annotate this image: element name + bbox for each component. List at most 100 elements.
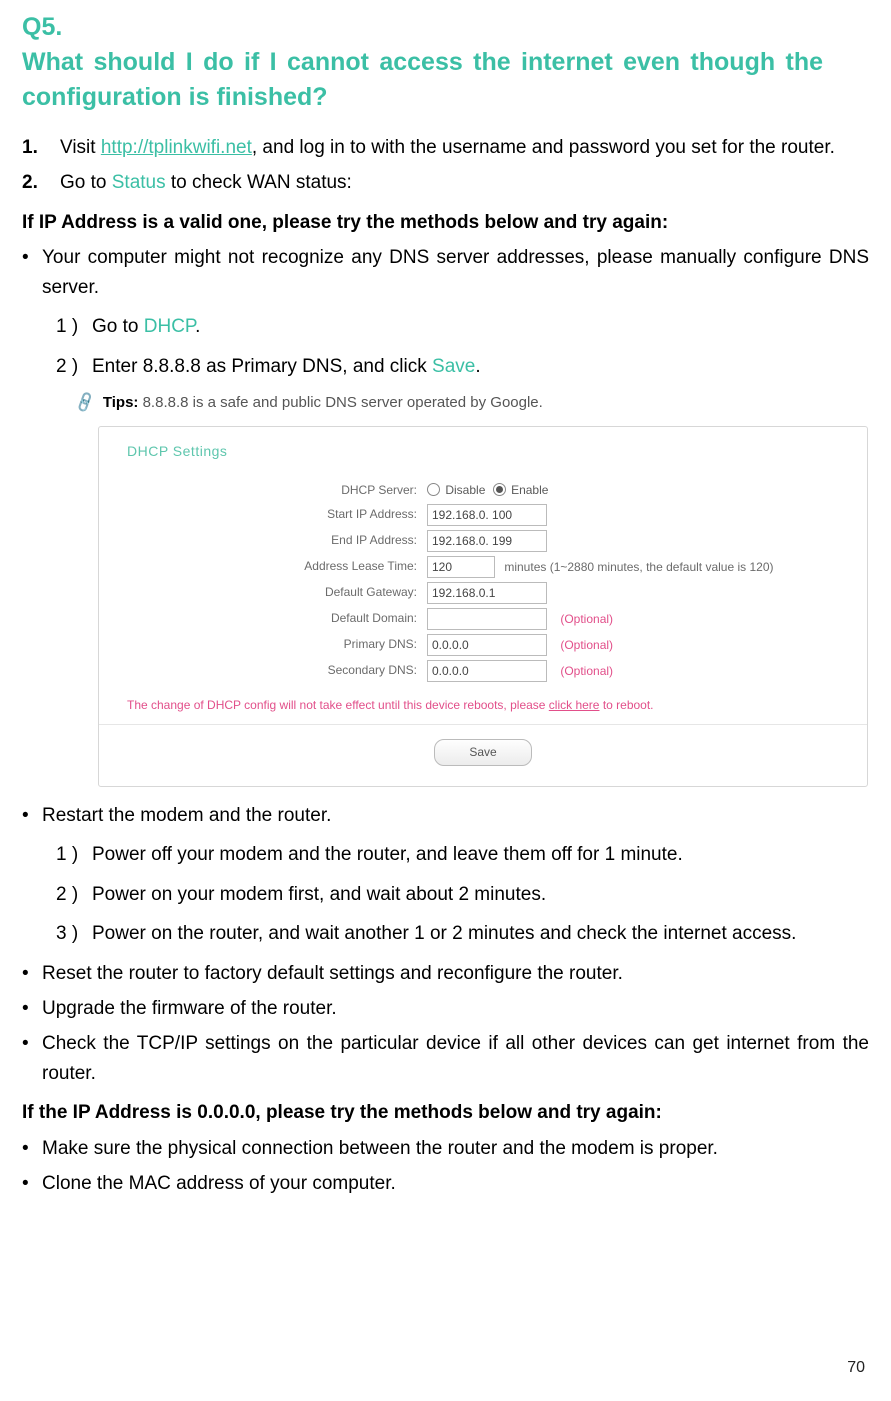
step-2-suffix: to check WAN status: [166,172,352,193]
row-start-ip: Start IP Address: [127,504,839,526]
label-dhcp-server: DHCP Server: [127,481,427,500]
step-1-prefix: Visit [60,137,101,158]
input-gateway[interactable] [427,582,547,604]
row-secondary-dns: Secondary DNS: (Optional) [127,660,839,682]
bullet-restart-text: Restart the modem and the router. [42,805,331,826]
bullet-dns-text: Your computer might not recognize any DN… [42,247,869,297]
bullet-physical-text: Make sure the physical connection betwee… [42,1138,718,1159]
figure-title: DHCP Settings [127,441,839,463]
bullet-tcpip-text: Check the TCP/IP settings on the particu… [42,1033,869,1083]
field-domain: (Optional) [427,608,613,630]
restart-substeps: 1 ) Power off your modem and the router,… [56,840,869,948]
label-gateway: Default Gateway: [127,583,427,602]
substep-dhcp: 1 ) Go to DHCP. [56,312,869,341]
bullet-icon: • [22,1169,29,1198]
input-primary-dns[interactable] [427,634,547,656]
field-gateway [427,582,547,604]
step-1-suffix: , and log in to with the username and pa… [252,137,835,158]
dns-substeps: 1 ) Go to DHCP. 2 ) Enter 8.8.8.8 as Pri… [56,312,869,381]
field-start-ip [427,504,547,526]
dhcp-warning: The change of DHCP config will not take … [127,696,839,715]
substep-2-marker: 2 ) [56,352,78,381]
row-end-ip: End IP Address: [127,530,839,552]
tips-text: 8.8.8.8 is a safe and public DNS server … [138,394,542,411]
restart-3-marker: 3 ) [56,919,78,948]
step-2: 2. Go to Status to check WAN status: [22,168,869,197]
status-link: Status [112,172,166,193]
tips-label: Tips: [103,394,139,411]
bullet-clone-mac: • Clone the MAC address of your computer… [22,1169,869,1198]
substep-2-suffix: . [475,356,480,377]
substep-primary-dns: 2 ) Enter 8.8.8.8 as Primary DNS, and cl… [56,352,869,381]
restart-step-3: 3 ) Power on the router, and wait anothe… [56,919,869,948]
radio-enable[interactable] [493,483,506,496]
bullet-icon: • [22,243,29,272]
bullets-restart: • Restart the modem and the router. 1 ) … [22,801,869,949]
row-domain: Default Domain: (Optional) [127,608,839,630]
radio-enable-label: Enable [511,483,548,497]
bullet-icon: • [22,801,29,830]
row-lease: Address Lease Time: minutes (1~2880 minu… [127,556,839,578]
warn-prefix: The change of DHCP config will not take … [127,698,549,712]
field-secondary-dns: (Optional) [427,660,613,682]
row-dhcp-server: DHCP Server: Disable Enable [127,481,839,500]
question-text: What should I do if I cannot access the … [22,45,823,115]
radio-disable[interactable] [427,483,440,496]
tplinkwifi-link[interactable]: http://tplinkwifi.net [101,137,252,158]
restart-1-text: Power off your modem and the router, and… [92,844,683,865]
question-header: Q5. What should I do if I cannot access … [22,10,869,115]
paperclip-icon: 🔗 [72,388,99,417]
input-lease[interactable] [427,556,495,578]
radio-disable-label: Disable [445,483,485,497]
row-gateway: Default Gateway: [127,582,839,604]
step-2-prefix: Go to [60,172,112,193]
bullet-icon: • [22,994,29,1023]
bullets-dns: • Your computer might not recognize any … [22,243,869,786]
input-secondary-dns[interactable] [427,660,547,682]
zero-ip-header: If the IP Address is 0.0.0.0, please try… [22,1098,869,1127]
warn-suffix: to reboot. [599,698,653,712]
page-number: 70 [847,1356,865,1381]
label-start-ip: Start IP Address: [127,505,427,524]
field-lease: minutes (1~2880 minutes, the default val… [427,556,774,578]
bullet-dns-config: • Your computer might not recognize any … [22,243,869,786]
label-end-ip: End IP Address: [127,531,427,550]
reboot-link[interactable]: click here [549,698,600,712]
bullet-icon: • [22,1134,29,1163]
sdns-optional: (Optional) [560,664,613,678]
restart-2-marker: 2 ) [56,880,78,909]
substep-1-prefix: Go to [92,316,144,337]
bullet-restart: • Restart the modem and the router. 1 ) … [22,801,869,949]
bullet-upgrade-text: Upgrade the firmware of the router. [42,998,337,1019]
bullets-other: • Reset the router to factory default se… [22,959,869,1089]
bullet-upgrade: • Upgrade the firmware of the router. [22,994,869,1023]
valid-ip-header: If IP Address is a valid one, please try… [22,208,869,237]
restart-step-1: 1 ) Power off your modem and the router,… [56,840,869,869]
restart-3-text: Power on the router, and wait another 1 … [92,923,796,944]
substep-1-suffix: . [195,316,200,337]
restart-step-2: 2 ) Power on your modem first, and wait … [56,880,869,909]
dhcp-text: DHCP [144,316,195,337]
save-button[interactable]: Save [434,739,532,766]
input-end-ip[interactable] [427,530,547,552]
input-start-ip[interactable] [427,504,547,526]
main-step-list: 1. Visit http://tplinkwifi.net, and log … [22,133,869,198]
bullet-clone-mac-text: Clone the MAC address of your computer. [42,1173,396,1194]
bullet-reset: • Reset the router to factory default se… [22,959,869,988]
domain-optional: (Optional) [560,612,613,626]
question-label: Q5. [22,10,62,45]
label-lease: Address Lease Time: [127,557,427,576]
step-2-marker: 2. [22,168,38,197]
save-text: Save [432,356,475,377]
figure-divider [99,724,867,725]
row-primary-dns: Primary DNS: (Optional) [127,634,839,656]
pdns-optional: (Optional) [560,638,613,652]
page: Q5. What should I do if I cannot access … [0,0,891,1401]
bullets-zero-ip: • Make sure the physical connection betw… [22,1134,869,1199]
restart-1-marker: 1 ) [56,840,78,869]
label-domain: Default Domain: [127,609,427,628]
field-primary-dns: (Optional) [427,634,613,656]
input-domain[interactable] [427,608,547,630]
bullet-icon: • [22,959,29,988]
dhcp-settings-figure: DHCP Settings DHCP Server: Disable Enabl… [98,426,868,786]
